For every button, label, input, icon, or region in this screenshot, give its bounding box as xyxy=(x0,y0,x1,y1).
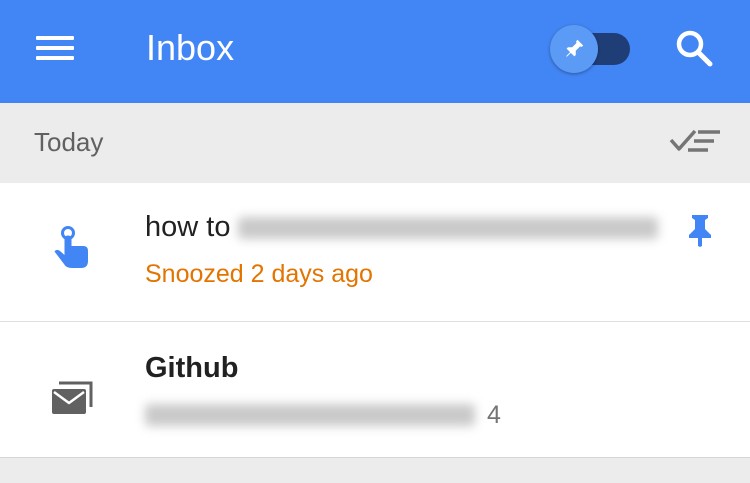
item-title: how to xyxy=(145,209,659,245)
pinned-filter-toggle[interactable] xyxy=(550,25,632,73)
item-title: Github xyxy=(145,352,239,384)
toggle-thumb xyxy=(550,25,598,73)
page-title: Inbox xyxy=(146,27,235,68)
app-bar: Inbox xyxy=(0,0,750,103)
pin-icon xyxy=(566,39,584,57)
snooze-status: Snoozed 2 days ago xyxy=(145,260,373,288)
list-item-reminder[interactable]: how to Snoozed 2 days ago xyxy=(0,183,750,322)
pin-icon[interactable] xyxy=(686,213,714,247)
menu-icon[interactable] xyxy=(36,36,76,60)
section-label: Today xyxy=(34,127,104,157)
redacted-senders xyxy=(145,404,475,427)
list-background xyxy=(0,458,750,483)
message-count: 4 xyxy=(487,401,501,430)
search-icon[interactable] xyxy=(674,28,714,68)
sweep-done-icon[interactable] xyxy=(668,122,722,158)
redacted-subject xyxy=(238,217,659,240)
section-header: Today xyxy=(0,103,750,183)
email-stack-icon xyxy=(52,381,93,414)
item-title-text: how to xyxy=(145,211,231,243)
list-item-github[interactable]: Github 4 xyxy=(0,322,750,458)
reminder-hand-icon xyxy=(54,226,88,268)
item-subtitle: 4 xyxy=(145,398,501,431)
